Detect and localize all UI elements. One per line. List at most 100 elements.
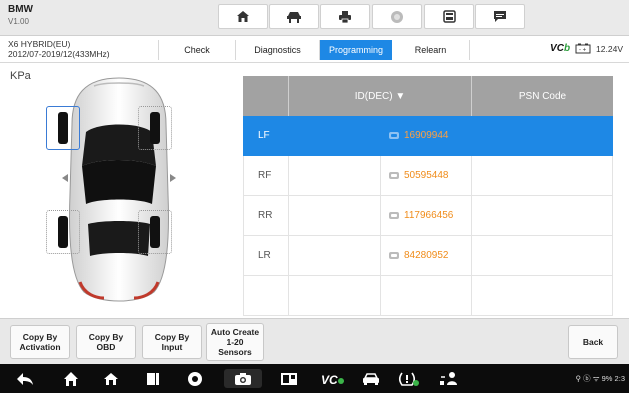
row-psn <box>472 276 613 316</box>
vehicle-model: X6 HYBRID(EU) <box>8 39 71 49</box>
nav-app-home-button[interactable] <box>100 369 122 388</box>
sensor-id-table: ID(DEC) ▼ PSN Code LF 16909944 RF 505954… <box>243 76 613 316</box>
print-button[interactable] <box>320 4 370 29</box>
row-position: LR <box>243 236 289 276</box>
recents-icon <box>147 372 159 385</box>
printer-icon <box>339 10 351 23</box>
browser-icon <box>188 371 202 386</box>
tire-rf[interactable] <box>138 106 172 150</box>
remote-support-icon <box>440 371 457 385</box>
header-psn-code: PSN Code <box>518 90 567 102</box>
pressure-unit: KPa <box>10 70 31 82</box>
row-id-value: 16909944 <box>404 130 449 141</box>
title-bar: BMW V1.00 <box>0 0 629 36</box>
tpms-icon <box>398 372 419 386</box>
row-id: 117966456 <box>381 196 472 236</box>
nav-browser-button[interactable] <box>184 369 206 388</box>
vehicle-detail: 2012/07-2019/12(433MHz) <box>8 49 110 59</box>
tab-relearn[interactable]: Relearn <box>392 40 470 60</box>
nav-tpms-button[interactable] <box>396 369 422 388</box>
message-button[interactable] <box>475 4 525 29</box>
tire-rf-icon <box>150 112 160 144</box>
table-header: ID(DEC) ▼ PSN Code <box>243 76 613 116</box>
table-row[interactable]: RF 50595448 <box>243 156 613 196</box>
nav-display-button[interactable] <box>278 369 300 388</box>
tire-rr[interactable] <box>138 210 172 254</box>
row-psn <box>472 156 613 196</box>
table-row[interactable]: LF 16909944 <box>243 116 613 156</box>
table-row[interactable]: LR 84280952 <box>243 236 613 276</box>
nav-vci-button[interactable]: VC <box>320 369 346 388</box>
vci-icon: VC <box>321 373 344 386</box>
table-row[interactable]: RR 117966456 <box>243 196 613 236</box>
row-id <box>381 276 472 316</box>
copy-by-input-button[interactable]: Copy By Input <box>142 325 202 359</box>
tire-rr-icon <box>150 216 160 248</box>
sensor-icon <box>389 132 399 139</box>
row-position: RR <box>243 196 289 236</box>
app-version: V1.00 <box>8 17 29 26</box>
sensor-icon <box>389 252 399 259</box>
tire-lf[interactable] <box>46 106 80 150</box>
home-button[interactable] <box>218 4 268 29</box>
back-button[interactable]: Back <box>568 325 618 359</box>
header-id-dec[interactable]: ID(DEC) ▼ <box>289 76 472 116</box>
battery-icon: - + <box>575 43 591 54</box>
row-position: LF <box>243 116 289 156</box>
nav-screenshot-button[interactable] <box>224 369 262 388</box>
vehicle-diagram <box>44 74 194 306</box>
tab-diagnostics[interactable]: Diagnostics <box>236 40 320 60</box>
vehicle-lift-icon <box>287 11 301 23</box>
row-id: 84280952 <box>381 236 472 276</box>
save-button[interactable] <box>424 4 474 29</box>
row-blank <box>289 276 381 316</box>
system-status: ⚲ ⓑ ᯤ 9% 2:3 <box>575 374 625 383</box>
vci-status: VCb - + 12.24V <box>550 43 623 54</box>
row-blank <box>289 156 381 196</box>
tab-check[interactable]: Check <box>158 40 236 60</box>
car-icon <box>363 372 379 385</box>
tab-programming[interactable]: Programming <box>320 40 392 60</box>
row-psn <box>472 236 613 276</box>
help-button[interactable] <box>372 4 422 29</box>
row-id-value: 84280952 <box>404 250 449 261</box>
tire-lr[interactable] <box>46 210 80 254</box>
table-row[interactable] <box>243 276 613 316</box>
back-arrow-icon <box>17 372 33 385</box>
row-blank <box>289 196 381 236</box>
auto-create-sensors-button[interactable]: Auto Create 1-20 Sensors <box>206 323 264 361</box>
nav-car-button[interactable] <box>360 369 382 388</box>
row-blank <box>289 236 381 276</box>
display-icon <box>281 372 297 385</box>
brand-name: BMW <box>8 4 33 15</box>
android-nav-bar: VC ⚲ ⓑ ᯤ 9% 2:3 <box>0 364 629 393</box>
nav-recents-button[interactable] <box>142 369 164 388</box>
app-home-icon <box>104 372 118 385</box>
row-blank <box>289 116 381 156</box>
nav-remote-button[interactable] <box>436 369 462 388</box>
main-panel: KPa ID(DEC) ▼ PSN Code LF 16909944 RF 50… <box>0 64 629 318</box>
nav-back-button[interactable] <box>14 369 36 388</box>
vci-logo: VCb <box>550 43 570 54</box>
tire-lr-icon <box>58 216 68 248</box>
vehicle-info: X6 HYBRID(EU) 2012/07-2019/12(433MHz) <box>8 39 110 59</box>
copy-by-obd-button[interactable]: Copy By OBD <box>76 325 136 359</box>
vehicle-lift-button[interactable] <box>269 4 319 29</box>
sensor-icon <box>389 212 399 219</box>
header-position <box>243 76 289 116</box>
help-icon <box>391 10 403 23</box>
row-position: RF <box>243 156 289 196</box>
row-position <box>243 276 289 316</box>
vci-logo-accent: b <box>563 43 571 54</box>
battery-voltage: 12.24V <box>596 43 623 54</box>
row-id-value: 117966456 <box>404 210 454 221</box>
message-icon <box>494 11 506 22</box>
row-id: 50595448 <box>381 156 472 196</box>
tire-lf-icon <box>58 112 68 144</box>
function-bar: Copy By Activation Copy By OBD Copy By I… <box>0 318 629 364</box>
vci-logo-main: VC <box>550 43 564 54</box>
copy-by-activation-button[interactable]: Copy By Activation <box>10 325 70 359</box>
app-window: BMW V1.00 X6 HYBRID(EU) 2012/07-2019/12(… <box>0 0 629 393</box>
sensor-icon <box>389 172 399 179</box>
nav-home-button[interactable] <box>60 369 82 388</box>
